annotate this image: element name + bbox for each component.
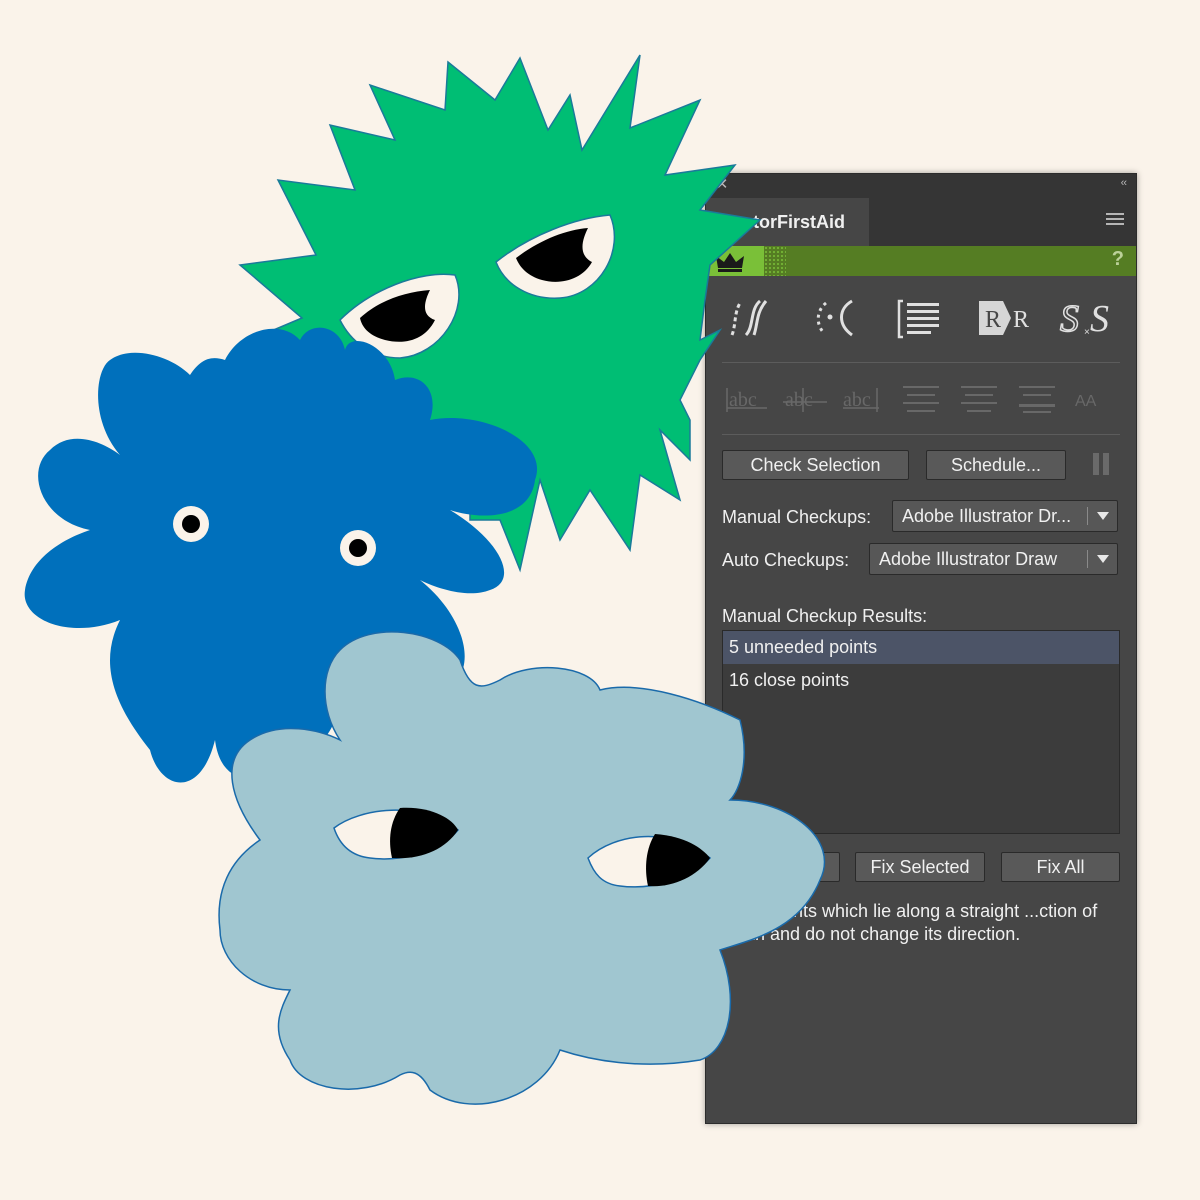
auto-checkups-label: Auto Checkups: bbox=[722, 550, 850, 570]
manual-checkups-value: Adobe Illustrator Dr... bbox=[902, 506, 1072, 526]
text-align-icon[interactable] bbox=[889, 290, 953, 346]
chevron-down-icon bbox=[1097, 512, 1109, 520]
list-item[interactable]: 5 unneeded points bbox=[723, 631, 1119, 664]
spacing-middle-icon[interactable] bbox=[954, 378, 1004, 418]
vectorfirstaid-panel: ✕ ‹‹ VectorFirstAid ? R R S S × abc abc … bbox=[705, 173, 1137, 1124]
tool-row-secondary: abc abc abc AA bbox=[722, 378, 1120, 418]
close-icon[interactable]: ✕ bbox=[714, 177, 730, 193]
underline-text-icon[interactable]: abc bbox=[722, 378, 772, 418]
schedule-button[interactable]: Schedule... bbox=[926, 450, 1066, 480]
crown-badge bbox=[706, 246, 764, 276]
help-icon[interactable]: ? bbox=[1112, 248, 1124, 271]
smooth-path-icon[interactable] bbox=[722, 290, 786, 346]
separator bbox=[722, 362, 1120, 363]
list-item[interactable]: 16 close points bbox=[723, 664, 1119, 697]
status-bar: ? bbox=[706, 246, 1136, 276]
auto-checkups-dropdown[interactable]: Adobe Illustrator Draw bbox=[869, 543, 1118, 575]
results-list[interactable]: 5 unneeded points 16 close points bbox=[722, 630, 1120, 834]
crown-icon bbox=[716, 253, 744, 272]
manual-checkups-dropdown[interactable]: Adobe Illustrator Dr... bbox=[892, 500, 1118, 532]
hamburger-menu-icon[interactable] bbox=[1106, 213, 1124, 229]
panel-titlebar[interactable]: ✕ ‹‹ bbox=[706, 174, 1136, 198]
result-description: ...ve points which lie along a straight … bbox=[730, 901, 1098, 944]
svg-text:R: R bbox=[1013, 307, 1029, 333]
svg-text:×: × bbox=[1084, 327, 1090, 338]
fix-selected-button[interactable]: Fix Selected bbox=[855, 852, 985, 882]
right-edge-text-icon[interactable]: abc bbox=[838, 378, 888, 418]
blue-flower-monster bbox=[24, 327, 538, 783]
pause-icon[interactable] bbox=[1090, 453, 1112, 475]
chevron-down-icon bbox=[1097, 555, 1109, 563]
hidden-action-button[interactable] bbox=[722, 852, 840, 882]
dither-pattern bbox=[764, 246, 786, 276]
swap-style-icon[interactable]: S S × bbox=[1056, 290, 1120, 346]
separator bbox=[722, 434, 1120, 435]
tool-row-primary: R R S S × bbox=[722, 290, 1120, 346]
aa-text: AA bbox=[1075, 393, 1097, 410]
svg-text:S: S bbox=[1090, 298, 1109, 340]
svg-text:S: S bbox=[1060, 298, 1079, 340]
collapse-icon[interactable]: ‹‹ bbox=[1121, 177, 1127, 189]
broken-path-icon[interactable] bbox=[806, 290, 870, 346]
abc-text-2: abc bbox=[785, 389, 813, 411]
svg-text:R: R bbox=[985, 307, 1001, 333]
results-label: Manual Checkup Results: bbox=[722, 606, 928, 626]
spacing-top-icon[interactable] bbox=[896, 378, 946, 418]
replace-font-icon[interactable]: R R bbox=[973, 290, 1037, 346]
font-size-icon[interactable]: AA bbox=[1070, 378, 1120, 418]
green-spiky-monster bbox=[236, 54, 762, 573]
manual-checkups-label: Manual Checkups: bbox=[722, 507, 872, 527]
panel-tab-row: VectorFirstAid bbox=[706, 198, 1136, 246]
check-selection-button[interactable]: Check Selection bbox=[722, 450, 909, 480]
baseline-text-icon[interactable]: abc bbox=[780, 378, 830, 418]
auto-checkups-value: Adobe Illustrator Draw bbox=[879, 549, 1058, 569]
spacing-bottom-icon[interactable] bbox=[1012, 378, 1062, 418]
tab-vectorfirstaid[interactable]: VectorFirstAid bbox=[706, 198, 869, 246]
fix-all-button[interactable]: Fix All bbox=[1001, 852, 1120, 882]
